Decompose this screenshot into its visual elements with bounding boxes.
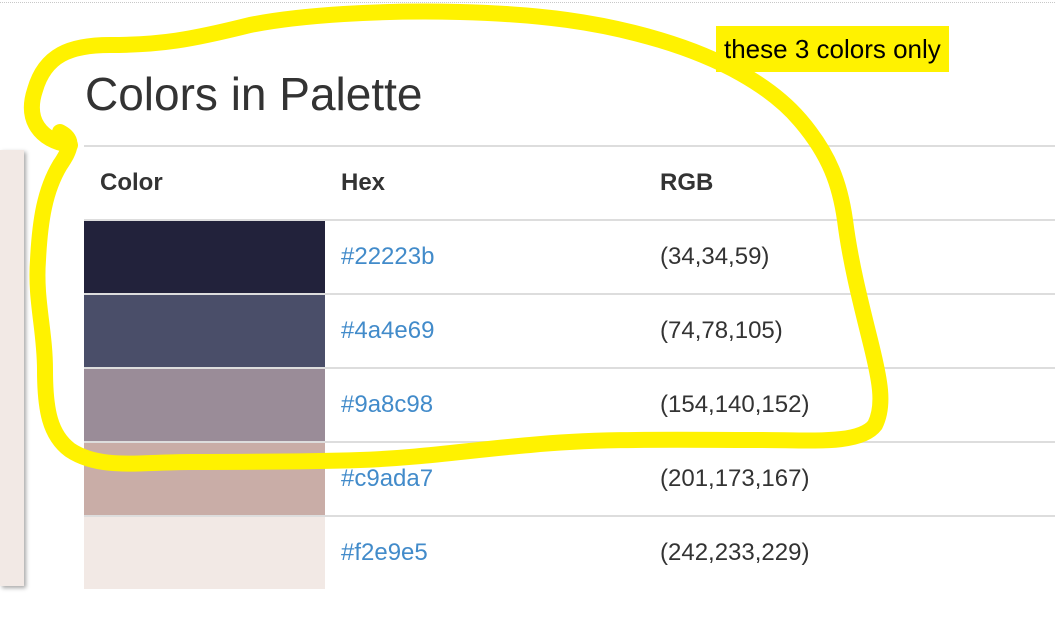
hex-link[interactable]: #4a4e69 bbox=[341, 317, 434, 344]
hex-link[interactable]: #9a8c98 bbox=[341, 391, 433, 418]
table-row: #4a4e69 (74,78,105) bbox=[84, 293, 1055, 368]
hex-link[interactable]: #22223b bbox=[341, 243, 434, 270]
hex-cell: #4a4e69 bbox=[325, 293, 644, 368]
rgb-value: (201,173,167) bbox=[644, 441, 1055, 516]
color-swatch bbox=[84, 367, 325, 442]
color-swatch bbox=[84, 515, 325, 589]
table-header-row: Color Hex RGB bbox=[84, 146, 1055, 221]
screenshot-stage: Colors in Palette Color Hex RGB #22223b … bbox=[0, 0, 1055, 622]
top-dotted-divider bbox=[0, 2, 1055, 3]
page-title: Colors in Palette bbox=[85, 68, 423, 120]
hex-link[interactable]: #f2e9e5 bbox=[341, 539, 428, 566]
table-row: #c9ada7 (201,173,167) bbox=[84, 441, 1055, 516]
rgb-value: (242,233,229) bbox=[644, 515, 1055, 589]
hex-link[interactable]: #c9ada7 bbox=[341, 465, 433, 492]
table-row: #f2e9e5 (242,233,229) bbox=[84, 515, 1055, 589]
annotation-note: these 3 colors only bbox=[716, 26, 949, 72]
color-swatch bbox=[84, 220, 325, 294]
color-swatch bbox=[84, 293, 325, 368]
hex-cell: #9a8c98 bbox=[325, 367, 644, 442]
rgb-value: (154,140,152) bbox=[644, 367, 1055, 442]
column-header-color: Color bbox=[84, 146, 325, 221]
color-swatch bbox=[84, 441, 325, 516]
hex-cell: #f2e9e5 bbox=[325, 515, 644, 589]
rgb-value: (34,34,59) bbox=[660, 243, 770, 270]
side-panel-edge bbox=[0, 150, 24, 586]
table-row: #9a8c98 (154,140,152) bbox=[84, 367, 1055, 442]
palette-table: Color Hex RGB #22223b (34,34,59) #4a4e69… bbox=[84, 145, 1055, 589]
column-header-hex: Hex bbox=[325, 146, 644, 221]
rgb-value: (74,78,105) bbox=[644, 293, 1055, 368]
table-row: #22223b (34,34,59) bbox=[84, 220, 1055, 294]
hex-cell: #22223b bbox=[325, 220, 644, 294]
column-header-rgb: RGB bbox=[644, 146, 1055, 221]
hex-cell: #c9ada7 bbox=[325, 441, 644, 516]
